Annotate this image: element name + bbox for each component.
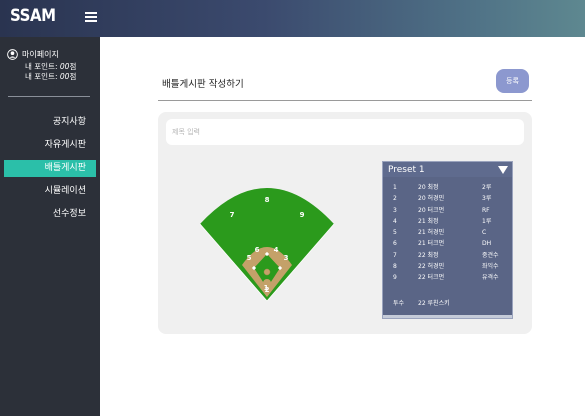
preset-lineup-box: Preset 1 1 20 최정 2루 2 20 허경민 3루 3 20 터크먼 RF 42… (382, 161, 513, 319)
page-title: 배틀게시판 작성하기 (162, 79, 244, 90)
position-number: 8 (265, 196, 270, 204)
pitcher-mound (263, 268, 271, 276)
lineup-row[interactable]: 9 22 터크먼 유격수 (383, 272, 512, 283)
top-bar: SSAM (0, 0, 585, 37)
pitcher-name: 22 루친스키 (418, 299, 450, 307)
mypage-label: 마이페이지 (22, 50, 59, 59)
profile-section: 마이페이지 내 포인트: 00점 내 포인트: 00점 (7, 49, 97, 82)
preset-name: Preset 1 (388, 164, 425, 175)
position-number: 5 (247, 254, 252, 262)
preset-box-footer (383, 315, 512, 318)
position-number: 3 (284, 254, 289, 262)
sidebar-item-free-board[interactable]: 자유게시판 (0, 137, 100, 154)
lineup-list: 1 20 최정 2루 2 20 허경민 3루 3 20 터크먼 RF 4 21 최정 1루 52… (383, 177, 512, 307)
app-logo[interactable]: SSAM (10, 6, 56, 26)
points-row: 내 포인트: 00점 (25, 62, 77, 71)
sidebar-item-simulation[interactable]: 시뮬레이션 (0, 183, 100, 200)
lineup-row[interactable]: 2 20 허경민 3루 (383, 193, 512, 204)
register-button[interactable]: 등록 (496, 69, 529, 93)
lineup-row[interactable]: 4 21 최정 1루 (383, 216, 512, 227)
sidebar-item-notice[interactable]: 공지사항 (0, 114, 100, 131)
lineup-row[interactable]: 3 20 터크먼 RF (383, 205, 512, 216)
title-divider (158, 100, 532, 101)
lineup-row[interactable]: 7 22 최정 중견수 (383, 250, 512, 261)
sidebar-item-battle-board[interactable]: 배틀게시판 (4, 160, 96, 177)
position-number: 7 (230, 211, 235, 219)
sidebar: 마이페이지 내 포인트: 00점 내 포인트: 00점 공지사항 자유게시판 배… (0, 37, 100, 416)
position-number: 9 (300, 211, 305, 219)
points-info: 내 포인트: 00점 내 포인트: 00점 (25, 62, 97, 82)
mypage-link[interactable]: 마이페이지 (7, 49, 97, 60)
points-row: 내 포인트: 00점 (25, 72, 77, 81)
sidebar-item-player-info[interactable]: 선수정보 (0, 206, 100, 223)
preset-select[interactable]: Preset 1 (383, 162, 512, 177)
position-number: 2 (265, 286, 270, 294)
lineup-row[interactable]: 6 21 터크먼 DH (383, 238, 512, 249)
menu-toggle-icon[interactable] (85, 12, 97, 22)
sidebar-divider (8, 96, 90, 97)
user-icon (7, 49, 18, 60)
dropdown-arrow-icon[interactable] (498, 165, 508, 174)
lineup-row[interactable]: 5 21 허경민 C (383, 227, 512, 238)
baseball-field: 1 2 3 4 5 6 7 8 9 (198, 174, 336, 302)
sidebar-menu: 공지사항 자유게시판 배틀게시판 시뮬레이션 선수정보 (0, 114, 100, 229)
position-number: 4 (274, 246, 279, 254)
pitcher-label: 투수 (393, 299, 405, 307)
position-number: 6 (255, 246, 260, 254)
title-input[interactable] (166, 119, 524, 145)
pitcher-row[interactable]: 투수 22 루친스키 (383, 298, 512, 307)
field-diagram: 1 2 3 4 5 6 7 8 9 (199, 188, 335, 302)
lineup-row[interactable]: 8 22 허경민 좌익수 (383, 261, 512, 272)
lineup-row[interactable]: 1 20 최정 2루 (383, 182, 512, 193)
